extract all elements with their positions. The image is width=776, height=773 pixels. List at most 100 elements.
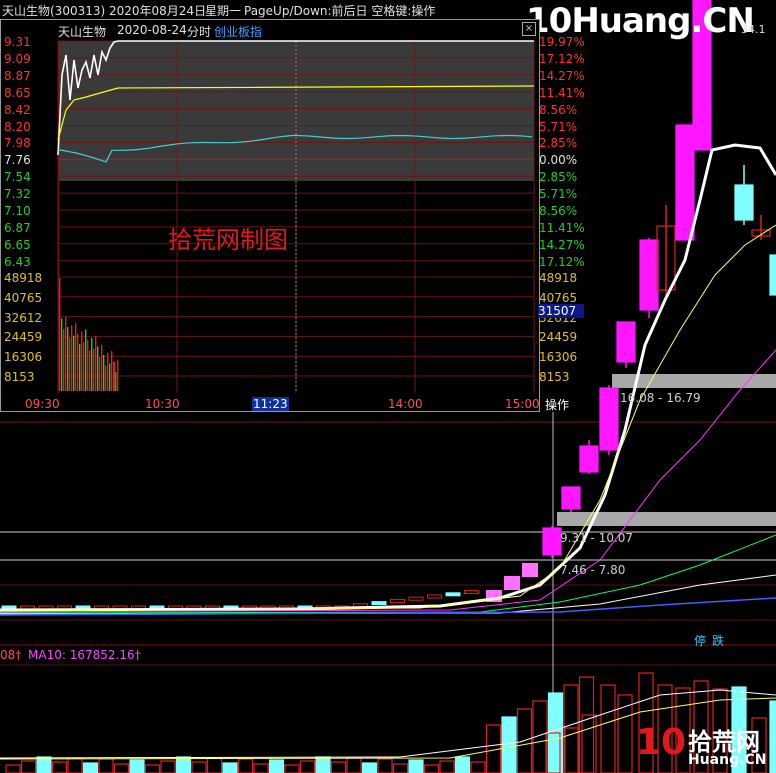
volume-bar (439, 760, 455, 773)
percent-label: 8.56% (539, 102, 578, 117)
site-logo: 10 拾荒网 Huang.CN (636, 722, 776, 773)
time-label: 11:23 (252, 397, 289, 411)
price-label: 7.54 (4, 170, 31, 185)
volume-bar (107, 353, 109, 391)
volume-bar (65, 316, 67, 391)
candle-body (390, 598, 405, 603)
volume-bar (5, 764, 21, 773)
price-label: 6.43 (4, 254, 31, 269)
volume-bar (501, 716, 517, 773)
percent-label: 17.12% (539, 254, 585, 269)
percent-label: 19.97% (539, 35, 585, 49)
volume-bar (79, 344, 81, 391)
volume-bar (69, 337, 71, 391)
ma-value: 08† (0, 648, 22, 662)
candle-body (445, 592, 461, 597)
percent-label: 5.71% (539, 119, 578, 134)
volume-bar (73, 335, 75, 391)
volume-bar (600, 684, 616, 773)
volume-bar (93, 348, 95, 391)
volume-bar (454, 756, 471, 773)
operation-button[interactable]: 操作 (545, 396, 569, 413)
percent-label: 2.85% (539, 136, 578, 151)
range-label: 7.46 - 7.80 (560, 563, 626, 577)
candle-body (464, 590, 479, 595)
volume-bar (563, 684, 579, 773)
volume-bar (268, 759, 285, 773)
volume-bar (109, 363, 111, 391)
volume-bar (20, 760, 37, 773)
volume-bar (206, 757, 223, 773)
candle-body (522, 563, 538, 577)
intraday-chart[interactable] (0, 0, 540, 393)
volume-bar (175, 756, 192, 773)
percent-label: 0.00% (539, 153, 578, 168)
candle-body (675, 124, 695, 241)
volume-label: 16306 (539, 350, 578, 365)
volume-bar (98, 758, 114, 773)
volume-bar (105, 365, 107, 391)
percent-label: 14.27% (539, 237, 585, 252)
partial-price-label: 34.1 (741, 23, 766, 36)
candle-body (579, 445, 599, 473)
volume-bar (59, 278, 61, 391)
logo-url: Huang.CN (688, 752, 767, 768)
volume-bar (114, 362, 116, 391)
volume-bar (330, 761, 347, 773)
time-label: 15:00 (505, 397, 540, 411)
price-label: 7.10 (4, 204, 31, 218)
volume-bar (377, 758, 393, 773)
volume-bar (315, 756, 331, 773)
candle-body (734, 184, 754, 221)
candle-body (427, 594, 442, 599)
volume-label: 32612 (4, 310, 43, 325)
volume-label: 48918 (4, 271, 43, 285)
volume-label: 8153 (539, 370, 570, 384)
volume-bar (91, 338, 93, 391)
price-label: 7.32 (4, 187, 31, 202)
volume-bar (87, 340, 89, 391)
percent-label: 2.85% (539, 170, 578, 185)
volume-bar (237, 758, 254, 773)
percent-label: 11.41% (539, 85, 585, 100)
stock-chart-window: 天山生物(300313) 2020年08月24日 星期一 PageUp/Down… (0, 0, 776, 773)
limit-tag: 跌 (712, 634, 725, 648)
range-label: 9.31 - 10.07 (560, 531, 634, 545)
volume-bar (470, 761, 486, 773)
volume-bar (99, 357, 101, 391)
volume-bar (67, 757, 83, 773)
price-label: 7.76 (4, 153, 31, 168)
ma60-line (0, 534, 776, 614)
volume-label: 40765 (4, 290, 43, 305)
candle-body (408, 596, 424, 601)
volume-label: 24459 (4, 330, 43, 345)
volume-bar (67, 327, 69, 391)
price-label: 8.87 (4, 68, 31, 83)
candle-body (769, 254, 776, 296)
volume-bar (83, 342, 85, 391)
volume-bar (71, 325, 73, 391)
candle-body (616, 321, 636, 363)
volume-bar (564, 727, 580, 773)
price-label: 6.65 (4, 237, 31, 252)
percent-label: 17.12% (539, 51, 585, 66)
popup-board[interactable]: 创业板指 (214, 23, 262, 40)
price-label: 7.98 (4, 136, 31, 151)
chart-watermark: 拾荒网制图 (168, 226, 288, 254)
logo-number: 10 (636, 722, 687, 763)
limit-tag: 停 (694, 634, 707, 648)
candle-body (504, 576, 520, 590)
percent-label: 14.27% (539, 68, 585, 83)
volume-bar (408, 759, 424, 773)
volume-bar (346, 757, 362, 773)
volume-bar (61, 318, 63, 391)
popup-stock-name: 天山生物 (58, 25, 107, 39)
candle-body (561, 486, 581, 510)
intraday-popup[interactable] (0, 19, 540, 412)
close-icon[interactable]: × (522, 22, 536, 36)
volume-bar (284, 764, 300, 773)
candle-body (371, 601, 387, 606)
volume-bar (392, 763, 409, 773)
volume-bar (81, 331, 83, 391)
volume-bar (75, 323, 77, 391)
